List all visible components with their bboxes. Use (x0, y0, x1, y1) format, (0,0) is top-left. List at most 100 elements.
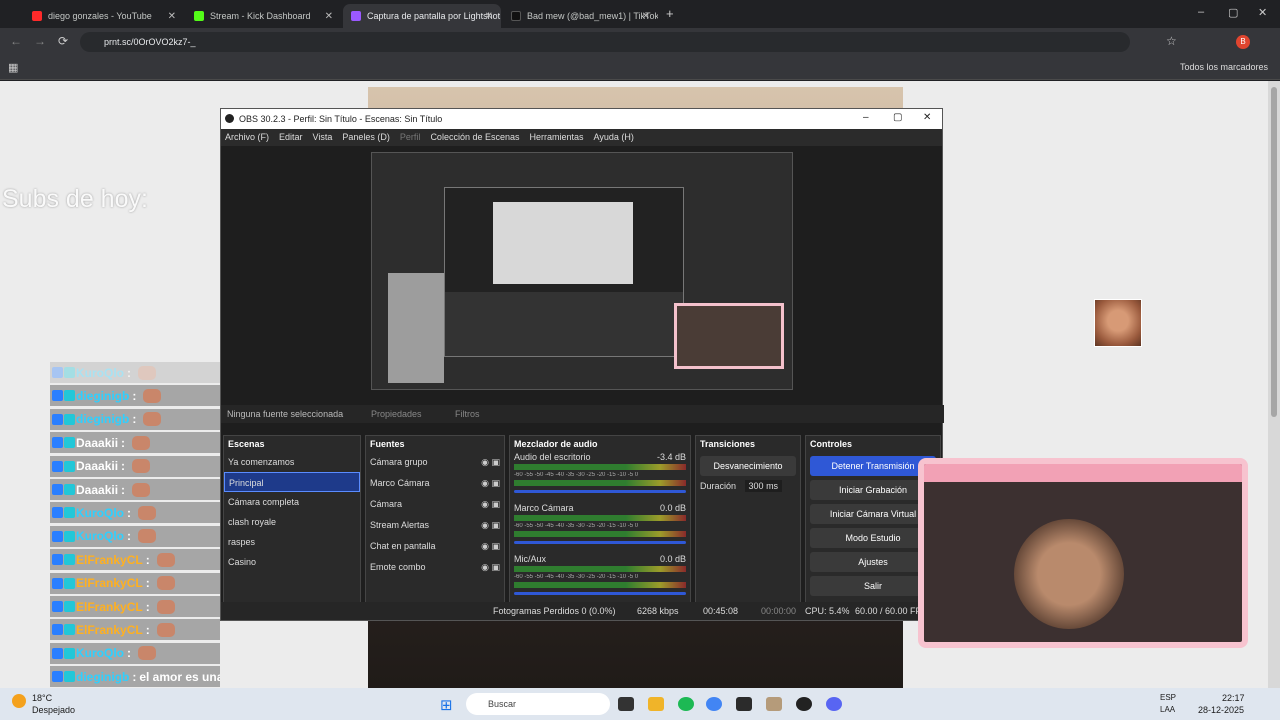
mixer-list: Audio del escritorio -3.4 dB -60 -55 -50 -… (510, 452, 690, 605)
visibility-eye-icon[interactable]: ◉ ▣ (481, 499, 500, 510)
chat-message: KuroQlo: (50, 502, 220, 524)
visibility-eye-icon[interactable]: ◉ ▣ (481, 541, 500, 552)
menu-view[interactable]: Vista (313, 132, 333, 143)
nested-chat (388, 273, 444, 383)
chat-separator: : (145, 552, 150, 567)
back-icon[interactable]: ← (10, 34, 22, 48)
app-icon[interactable] (736, 697, 752, 711)
badge-icon (64, 647, 75, 659)
new-tab-button[interactable]: + (666, 6, 674, 21)
volume-slider[interactable] (514, 490, 686, 493)
chat-message: dieginigb:el amor es una magiaaaaa (50, 666, 220, 688)
forward-icon[interactable]: → (34, 34, 46, 48)
chat-message: dieginigb: (50, 385, 220, 407)
reload-icon[interactable]: ⟳ (58, 34, 68, 48)
visibility-eye-icon[interactable]: ◉ ▣ (481, 478, 500, 489)
close-tab-icon[interactable]: ✕ (485, 11, 493, 22)
close-tab-icon[interactable]: ✕ (168, 11, 176, 22)
scrollbar-thumb[interactable] (1271, 87, 1277, 417)
mixer-db: 0.0 dB (659, 554, 686, 564)
obs-minimize-icon[interactable]: – (863, 112, 869, 123)
obs-window: OBS 30.2.3 - Perfil: Sin Título - Escena… (220, 108, 944, 621)
scene-item[interactable]: Casino (224, 552, 360, 572)
minimize-window-icon[interactable]: – (1198, 6, 1204, 18)
obs-close-icon[interactable]: ✕ (923, 112, 931, 123)
task-view-icon[interactable] (618, 697, 634, 711)
obs-preview[interactable] (371, 152, 793, 390)
source-item[interactable]: Marco Cámara ◉ ▣ (366, 473, 504, 494)
page-scrollbar[interactable] (1268, 81, 1280, 688)
badge-icon (52, 390, 63, 402)
visibility-eye-icon[interactable]: ◉ ▣ (481, 457, 500, 468)
scene-item[interactable]: Ya comenzamos (224, 452, 360, 472)
app-icon[interactable] (766, 697, 782, 711)
duration-input[interactable]: 300 ms (744, 480, 783, 492)
filters-button[interactable]: Filtros (455, 409, 480, 419)
badge-icon (52, 413, 63, 425)
source-item[interactable]: Stream Alertas ◉ ▣ (366, 515, 504, 536)
scene-item[interactable]: Principal (224, 472, 360, 492)
menu-edit[interactable]: Editar (279, 132, 303, 143)
spotify-icon[interactable] (678, 697, 694, 711)
obs-taskbar-icon[interactable] (796, 697, 812, 711)
volume-slider[interactable] (514, 541, 686, 544)
clock-date[interactable]: 28-12-2025 (1198, 705, 1244, 715)
menu-docks[interactable]: Paneles (D) (342, 132, 390, 143)
menu-scene-collection[interactable]: Colección de Escenas (430, 132, 519, 143)
badge-icon (64, 437, 75, 449)
source-item[interactable]: Cámara grupo ◉ ▣ (366, 452, 504, 473)
source-item[interactable]: Emote combo ◉ ▣ (366, 557, 504, 578)
close-tab-icon[interactable]: ✕ (325, 11, 333, 22)
discord-icon[interactable] (826, 697, 842, 711)
chrome-icon[interactable] (706, 697, 722, 711)
obs-logo-icon (225, 114, 234, 123)
nested-obs-preview (444, 187, 684, 357)
close-window-icon[interactable]: ✕ (1258, 6, 1267, 19)
scene-item[interactable]: Cámara completa (224, 492, 360, 512)
chat-separator: : (132, 388, 137, 403)
tab-kick[interactable]: Stream - Kick Dashboard ✕ (186, 4, 341, 28)
obs-maximize-icon[interactable]: ▢ (893, 112, 902, 123)
scene-item[interactable]: clash royale (224, 512, 360, 532)
visibility-eye-icon[interactable]: ◉ ▣ (481, 562, 500, 573)
chat-username: KuroQlo (76, 505, 124, 520)
badge-icon (52, 647, 63, 659)
windows-start-icon[interactable]: ⊞ (440, 696, 453, 714)
no-source-label: Ninguna fuente seleccionada (227, 409, 344, 419)
all-bookmarks-link[interactable]: Todos los marcadores (1180, 62, 1268, 72)
taskbar-search[interactable]: Buscar (466, 693, 610, 715)
volume-slider[interactable] (514, 592, 686, 595)
chat-message: KuroQlo: (50, 362, 220, 383)
scene-item[interactable]: raspes (224, 532, 360, 552)
webcam-frame-top (924, 464, 1242, 482)
weather-temp[interactable]: 18°C (32, 693, 52, 703)
badge-icon (64, 507, 75, 519)
file-explorer-icon[interactable] (648, 697, 664, 711)
menu-profile[interactable]: Perfil (400, 132, 421, 143)
tab-youtube[interactable]: diego gonzales - YouTube ✕ (24, 4, 184, 28)
menu-file[interactable]: Archivo (F) (225, 132, 269, 143)
region-label[interactable]: LAA (1160, 705, 1175, 714)
url-input[interactable]: prnt.sc/0OrOVO2kz7-_ (80, 32, 1130, 52)
weather-desc[interactable]: Despejado (32, 705, 75, 715)
chat-username: ElFrankyCL (76, 576, 143, 591)
properties-button[interactable]: Propiedades (371, 409, 422, 419)
source-item[interactable]: Chat en pantalla ◉ ▣ (366, 536, 504, 557)
menu-help[interactable]: Ayuda (H) (594, 132, 634, 143)
profile-avatar[interactable]: B (1236, 35, 1250, 49)
lang-label[interactable]: ESP (1160, 693, 1176, 702)
mixer-channel: Audio del escritorio -3.4 dB -60 -55 -50 -… (510, 452, 690, 503)
visibility-eye-icon[interactable]: ◉ ▣ (481, 520, 500, 531)
close-tab-icon[interactable]: ✕ (642, 11, 650, 22)
clock-time[interactable]: 22:17 (1222, 693, 1245, 703)
maximize-window-icon[interactable]: ▢ (1228, 6, 1238, 19)
source-item[interactable]: Cámara ◉ ▣ (366, 494, 504, 515)
tab-lightshot[interactable]: Captura de pantalla por Lightshot ✕ (343, 4, 501, 28)
bookmark-star-icon[interactable]: ☆ (1166, 34, 1177, 48)
nested-docks (445, 292, 683, 356)
source-label: Cámara (370, 499, 403, 509)
apps-grid-icon[interactable]: ▦ (8, 61, 18, 74)
tab-tiktok[interactable]: Bad mew (@bad_mew1) | TikTok ✕ (503, 4, 658, 28)
menu-tools[interactable]: Herramientas (530, 132, 584, 143)
transition-select[interactable]: Desvanecimiento (700, 456, 796, 476)
